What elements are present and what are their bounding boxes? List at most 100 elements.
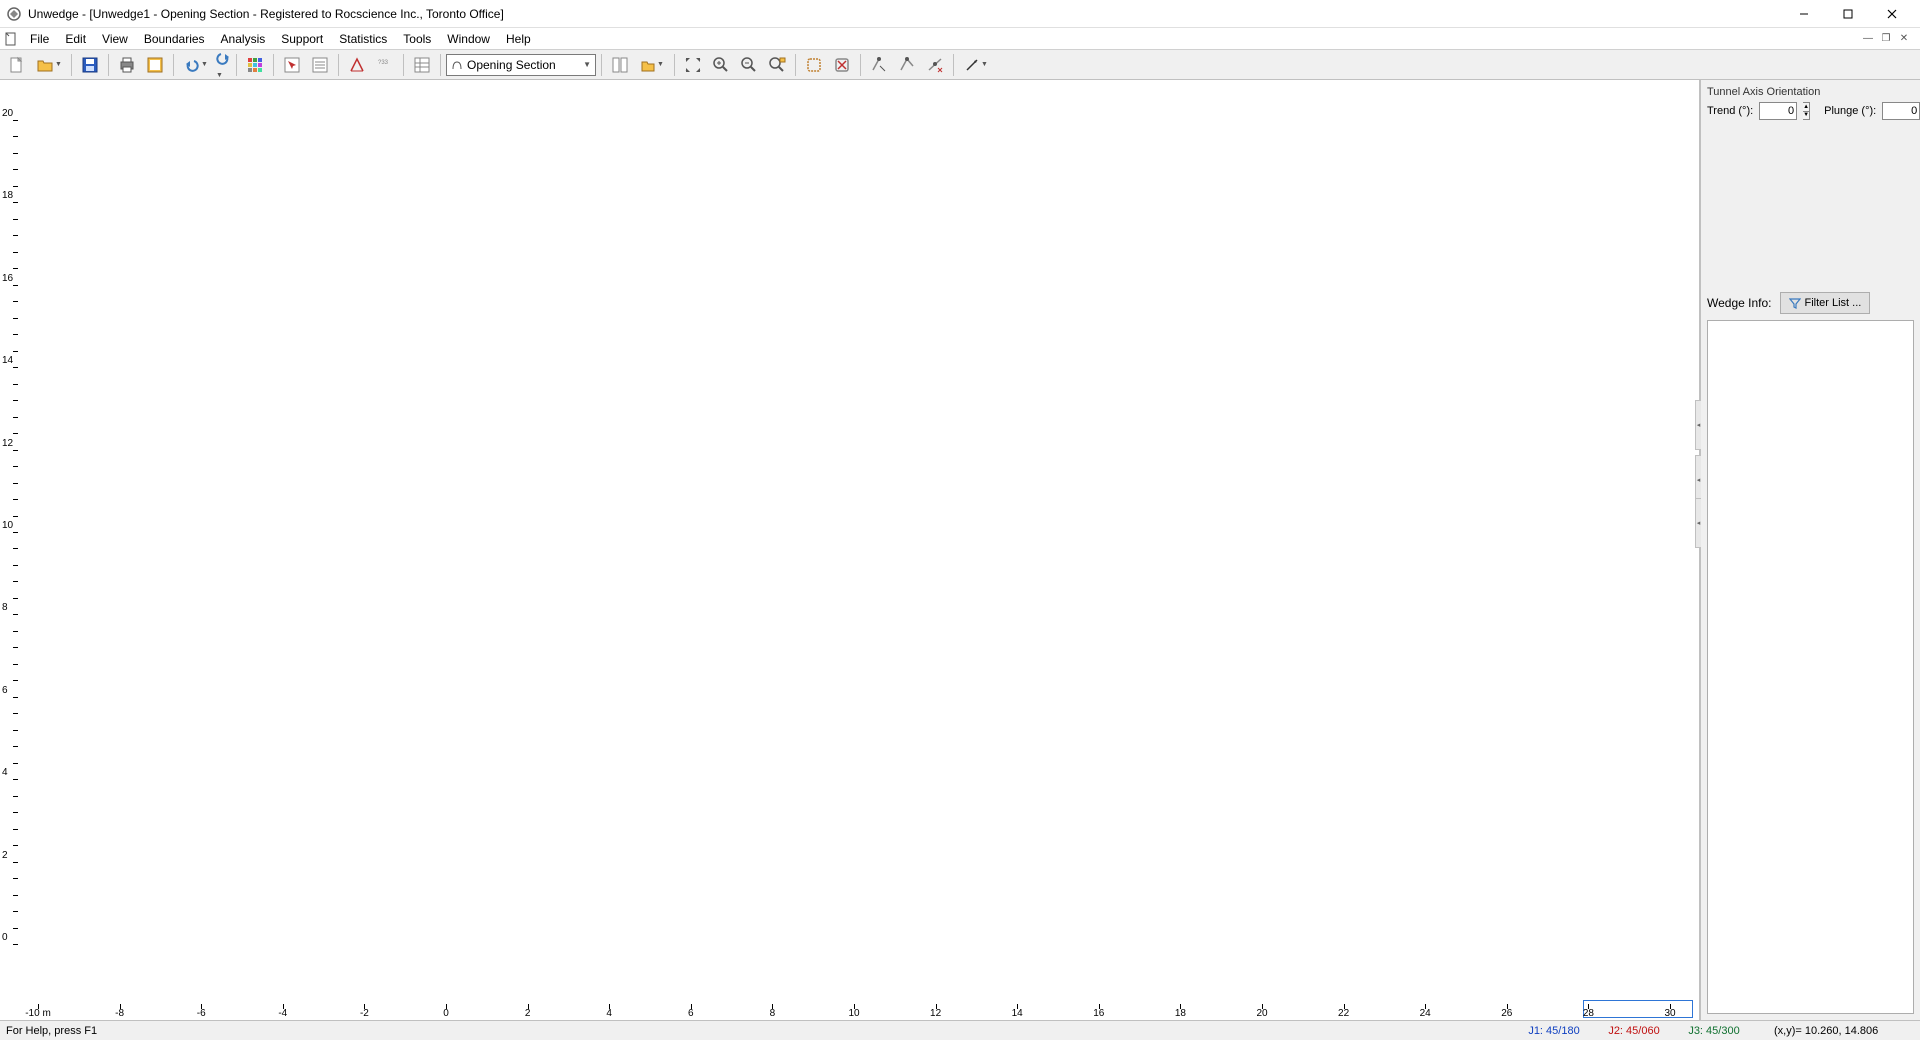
zoom-extents-button[interactable] <box>680 52 706 78</box>
ruler-x-label: 2 <box>525 1008 531 1019</box>
toolbar-separator <box>795 54 796 76</box>
menu-file[interactable]: File <box>22 30 57 48</box>
chevron-down-icon: ▼ <box>216 72 223 79</box>
view-selector-combo[interactable]: Opening Section ▼ <box>446 54 596 76</box>
view-selector-label: Opening Section <box>467 58 556 72</box>
menu-boundaries[interactable]: Boundaries <box>136 30 213 48</box>
ruler-y-label: 10 <box>2 520 13 531</box>
window-title: Unwedge - [Unwedge1 - Opening Section - … <box>28 7 1782 21</box>
zoom-window-button[interactable] <box>764 52 790 78</box>
close-button[interactable] <box>1870 0 1914 28</box>
svg-text:?33: ?33 <box>378 60 389 66</box>
trend-label: Trend (°): <box>1707 105 1753 117</box>
wedge-info-label: Wedge Info: <box>1707 296 1772 310</box>
ruler-x-label: 28 <box>1583 1008 1594 1019</box>
svg-text:134: 134 <box>378 56 389 58</box>
undo-button[interactable]: ▼ <box>179 52 213 78</box>
zoom-in-button[interactable] <box>708 52 734 78</box>
ruler-y-label: 14 <box>2 355 13 366</box>
split-view-button[interactable] <box>607 52 633 78</box>
ruler-x-label: 22 <box>1338 1008 1349 1019</box>
main-area: 02468101214161820 -10 m-8-6-4-2024681012… <box>0 80 1920 1020</box>
select-tool-button[interactable] <box>279 52 305 78</box>
toolbar-separator <box>108 54 109 76</box>
vertical-ruler: 02468101214161820 <box>0 80 18 1004</box>
toolbar-separator <box>236 54 237 76</box>
ruler-x-label: -6 <box>197 1008 206 1019</box>
chevron-down-icon: ▼ <box>583 60 591 69</box>
menu-support[interactable]: Support <box>273 30 331 48</box>
mdi-close-button[interactable]: ✕ <box>1896 32 1912 46</box>
drawing-surface[interactable] <box>18 80 1699 1004</box>
ruler-x-label: -4 <box>278 1008 287 1019</box>
delete-opening-button[interactable] <box>829 52 855 78</box>
menu-view[interactable]: View <box>94 30 136 48</box>
mdi-restore-button[interactable]: ❐ <box>1878 32 1894 46</box>
trend-input[interactable] <box>1759 102 1797 120</box>
toolbar-separator <box>674 54 675 76</box>
status-bar: For Help, press F1 J1: 45/180 J2: 45/060… <box>0 1020 1920 1040</box>
canvas-area[interactable]: 02468101214161820 -10 m-8-6-4-2024681012… <box>0 80 1699 1020</box>
spinner-down-icon[interactable]: ▼ <box>1803 112 1809 120</box>
ruler-x-label: 20 <box>1256 1008 1267 1019</box>
plunge-label: Plunge (°): <box>1824 105 1876 117</box>
minimize-button[interactable] <box>1782 0 1826 28</box>
trend-spinner[interactable]: ▲▼ <box>1803 102 1810 120</box>
status-joint-2: J2: 45/060 <box>1594 1025 1674 1037</box>
menu-analysis[interactable]: Analysis <box>213 30 274 48</box>
toolbar-separator <box>953 54 954 76</box>
panel-collapse-handle-3[interactable]: ◂ <box>1695 498 1701 548</box>
ruler-x-label: 26 <box>1501 1008 1512 1019</box>
ruler-y-label: 16 <box>2 273 13 284</box>
move-vertex-button[interactable] <box>894 52 920 78</box>
print-button[interactable] <box>114 52 140 78</box>
redo-button[interactable]: ▼ <box>215 50 231 80</box>
side-panel: ◂ ◂ ◂ Tunnel Axis Orientation Trend (°):… <box>1700 80 1920 1020</box>
toolbar-separator <box>273 54 274 76</box>
ruler-x-label: 6 <box>688 1008 694 1019</box>
menu-tools[interactable]: Tools <box>395 30 439 48</box>
properties-button[interactable] <box>307 52 333 78</box>
print-preview-button[interactable] <box>142 52 168 78</box>
analysis-settings-button[interactable]: ?33 134 <box>372 52 398 78</box>
menu-window[interactable]: Window <box>439 30 498 48</box>
save-button[interactable] <box>77 52 103 78</box>
window-controls <box>1782 0 1914 28</box>
plunge-input[interactable] <box>1882 102 1920 120</box>
status-help-text: For Help, press F1 <box>6 1025 1514 1037</box>
maximize-button[interactable] <box>1826 0 1870 28</box>
menu-statistics[interactable]: Statistics <box>331 30 395 48</box>
chevron-down-icon: ▼ <box>981 61 988 68</box>
filter-list-button[interactable]: Filter List ... <box>1780 292 1871 314</box>
toolbar: ▼ ▼ ▼ ?33 134 Opening Section ▼ ▼ ▼ <box>0 50 1920 80</box>
new-file-button[interactable] <box>4 52 30 78</box>
chevron-down-icon: ▼ <box>201 61 208 68</box>
open-file-button[interactable]: ▼ <box>32 52 66 78</box>
toolbar-separator <box>403 54 404 76</box>
delete-vertex-button[interactable] <box>922 52 948 78</box>
edit-vertex-button[interactable] <box>866 52 892 78</box>
data-table-button[interactable] <box>409 52 435 78</box>
zoom-out-button[interactable] <box>736 52 762 78</box>
measure-button[interactable]: ▼ <box>959 52 993 78</box>
layout-button[interactable]: ▼ <box>635 52 669 78</box>
add-opening-button[interactable] <box>801 52 827 78</box>
ruler-x-label: 18 <box>1175 1008 1186 1019</box>
ruler-x-label: 4 <box>606 1008 612 1019</box>
coordinate-input[interactable] <box>1583 1000 1693 1018</box>
status-joint-1: J1: 45/180 <box>1514 1025 1594 1037</box>
toolbar-separator <box>440 54 441 76</box>
ruler-y-label: 4 <box>2 767 8 778</box>
mdi-minimize-button[interactable]: — <box>1860 32 1876 46</box>
panel-collapse-handle[interactable]: ◂ <box>1695 400 1701 450</box>
menu-help[interactable]: Help <box>498 30 539 48</box>
menu-bar: File Edit View Boundaries Analysis Suppo… <box>0 28 1920 50</box>
wedge-info-list[interactable] <box>1707 320 1914 1014</box>
grid-colors-button[interactable] <box>242 52 268 78</box>
ruler-x-label: 12 <box>930 1008 941 1019</box>
joints-button[interactable] <box>344 52 370 78</box>
toolbar-separator <box>71 54 72 76</box>
menu-edit[interactable]: Edit <box>57 30 94 48</box>
opening-section-icon <box>451 59 463 71</box>
spinner-up-icon[interactable]: ▲ <box>1803 103 1809 112</box>
